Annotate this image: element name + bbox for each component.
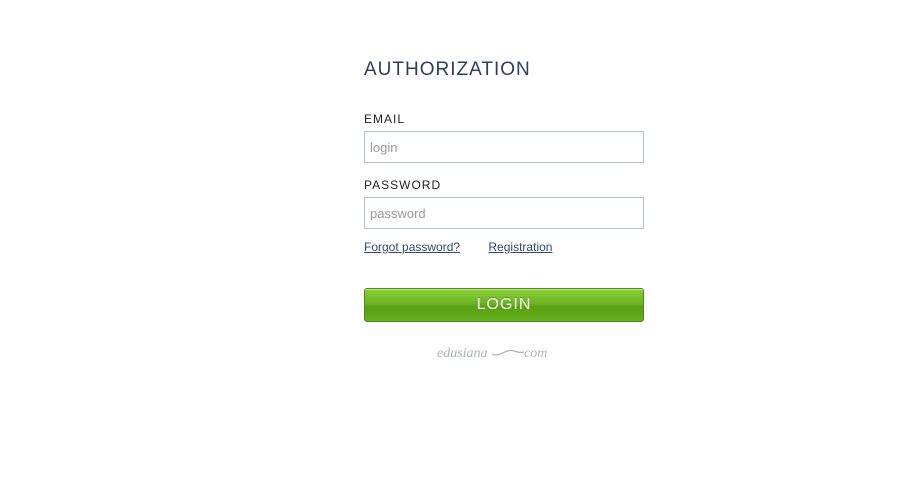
- brand-swoosh-icon: [491, 349, 525, 356]
- brand-logo-text-right: com: [524, 346, 547, 361]
- password-field[interactable]: [364, 197, 644, 229]
- registration-link[interactable]: Registration: [488, 240, 552, 254]
- page-title: AUTHORIZATION: [364, 59, 531, 80]
- login-form: AUTHORIZATION EMAIL PASSWORD Forgot pass…: [364, 58, 644, 322]
- login-button[interactable]: LOGIN: [364, 288, 644, 322]
- email-field[interactable]: [364, 131, 644, 163]
- password-label: PASSWORD: [364, 178, 442, 192]
- forgot-password-link[interactable]: Forgot password?: [364, 240, 460, 254]
- auth-links: Forgot password? Registration: [364, 239, 644, 255]
- email-label: EMAIL: [364, 112, 406, 126]
- brand-logo-text-left: edusiana: [437, 346, 488, 361]
- brand-logo: edusiana com: [437, 346, 547, 361]
